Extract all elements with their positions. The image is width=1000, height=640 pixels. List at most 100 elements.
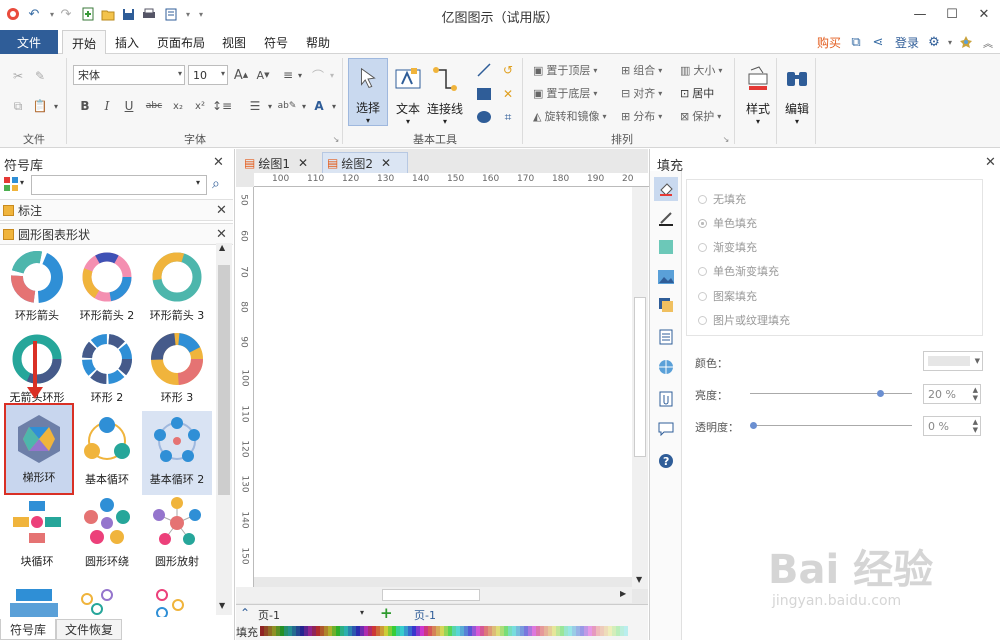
category-circular-chart-shapes[interactable]: 圆形图表形状 ✕ <box>0 223 233 245</box>
fill-option-single-gradient[interactable]: 单色渐变填充 <box>698 263 779 279</box>
doc-tab-drawing2[interactable]: ▤ 绘图2 ✕ <box>322 152 408 174</box>
add-page-icon[interactable]: + <box>380 604 393 622</box>
document-properties-icon[interactable] <box>656 327 676 347</box>
library-search-input[interactable] <box>31 175 207 195</box>
collapse-page-bar-icon[interactable]: ⌃ <box>240 606 250 620</box>
grow-font-icon[interactable]: A ▲ <box>233 67 249 83</box>
shape-basic-cycle[interactable]: 基本循环 <box>72 413 142 495</box>
color-picker[interactable]: ▼ <box>923 351 983 371</box>
bold-button[interactable]: B <box>77 98 93 114</box>
settings-gear-icon[interactable]: ⚙ <box>926 34 942 50</box>
tab-insert[interactable]: 插入 <box>108 30 146 54</box>
shape-circular-arrow-2[interactable]: 环形箭头 2 <box>72 249 142 331</box>
theme-icon[interactable] <box>958 34 974 50</box>
library-grid-dropdown-icon[interactable]: ▾ <box>20 178 24 187</box>
scissors-tool-icon[interactable]: ✕ <box>500 86 516 102</box>
tab-help[interactable]: 帮助 <box>298 30 338 54</box>
tab-view[interactable]: 视图 <box>214 30 254 54</box>
fill-option-none[interactable]: 无填充 <box>698 191 746 207</box>
edit-button[interactable]: 编辑 ▾ <box>777 58 817 126</box>
close-library-icon[interactable]: ✕ <box>213 155 224 170</box>
shape-block-cycle[interactable]: 块循环 <box>2 495 72 577</box>
shape-trapezoid-ring[interactable]: 梯形环 <box>4 403 74 495</box>
rectangle-tool-icon[interactable] <box>476 86 492 102</box>
bring-to-front-button[interactable]: ▣ 置于顶层 ▾ <box>533 62 597 78</box>
help-icon[interactable]: ? <box>656 451 676 471</box>
library-scrollbar[interactable]: ▲ ▼ <box>216 243 232 615</box>
minimize-button[interactable]: — <box>906 3 934 25</box>
text-align-dropdown-icon[interactable]: ▾ <box>292 67 308 83</box>
rotate-mirror-button[interactable]: ◭ 旋转和镜像 ▾ <box>533 108 606 124</box>
canvas-vscroll-thumb[interactable] <box>634 297 646 457</box>
style-button[interactable]: 样式 ▾ <box>738 58 778 126</box>
shape-circular-arrow[interactable]: 环形箭头 <box>2 249 72 331</box>
superscript-button[interactable]: x² <box>192 98 208 114</box>
canvas-horizontal-scrollbar[interactable]: ▶ <box>236 587 632 603</box>
distribute-button[interactable]: ⊞ 分布 ▾ <box>621 108 662 124</box>
line-style-icon[interactable] <box>656 209 676 229</box>
center-button[interactable]: ⊡ 居中 <box>680 85 714 101</box>
shape-ring-2[interactable]: 环形 2 <box>72 331 142 413</box>
shape-basic-cycle-2[interactable]: 基本循环 2 <box>142 411 212 495</box>
brightness-spinbox[interactable]: 20 % ▲ ▼ <box>923 384 981 404</box>
tab-home[interactable]: 开始 <box>62 30 106 55</box>
bullet-list-dropdown-icon[interactable]: ▾ <box>262 98 278 114</box>
select-tool-button[interactable]: 选择 ▾ <box>348 58 388 126</box>
bullet-list-icon[interactable]: ☰ <box>247 98 263 114</box>
settings-dropdown-icon[interactable]: ▾ <box>942 34 958 50</box>
scroll-right-arrow[interactable]: ▶ <box>620 589 626 598</box>
tab-symbol-library[interactable]: 符号库 <box>0 619 56 640</box>
page-tab-1[interactable]: 页-1 <box>414 607 436 623</box>
scroll-thumb[interactable] <box>218 265 230 495</box>
copy-icon[interactable]: ⧉ <box>10 98 26 114</box>
share-window-icon[interactable]: ⧉ <box>848 34 864 50</box>
cut-icon[interactable]: ✂ <box>10 68 26 84</box>
brightness-slider-thumb[interactable] <box>876 390 884 397</box>
hyperlink-globe-icon[interactable] <box>656 357 676 377</box>
menu-file[interactable]: 文件 <box>0 30 58 54</box>
close-category-icon[interactable]: ✕ <box>216 203 227 218</box>
scroll-down-arrow[interactable]: ▼ <box>219 601 225 610</box>
text-highlight-icon[interactable]: ab✎ <box>278 98 297 114</box>
font-size-select[interactable]: 10 ▾ <box>188 65 228 85</box>
scroll-up-arrow[interactable]: ▲ <box>219 243 225 252</box>
transparency-slider-thumb[interactable] <box>750 422 757 429</box>
shape-circular-arrow-3[interactable]: 环形箭头 3 <box>142 249 212 331</box>
transparency-spinbox[interactable]: 0 % ▲ ▼ <box>923 416 981 436</box>
share-icon[interactable]: ⋖ <box>870 34 886 50</box>
canvas-vertical-scrollbar[interactable]: ▼ <box>632 187 648 589</box>
tab-file-recovery[interactable]: 文件恢复 <box>56 619 122 640</box>
font-family-select[interactable]: 宋体 ▾ <box>73 65 185 85</box>
doc-tab-drawing1[interactable]: ▤ 绘图1 ✕ <box>240 152 318 174</box>
arrange-dialog-launcher-icon[interactable]: ↘ <box>718 131 734 147</box>
maximize-button[interactable]: ☐ <box>938 3 966 25</box>
brightness-slider[interactable] <box>750 393 912 394</box>
text-tool-button[interactable]: 文本 ▾ <box>388 58 428 126</box>
strikethrough-button[interactable]: abc <box>144 98 164 114</box>
align-button[interactable]: ⊟ 对齐 ▾ <box>621 85 662 101</box>
text-highlight-dropdown-icon[interactable]: ▾ <box>296 98 312 114</box>
shape-circular-surround[interactable]: 圆形环绕 <box>72 495 142 577</box>
format-painter-icon[interactable]: ✎ <box>32 68 48 84</box>
canvas-hscroll-thumb[interactable] <box>382 589 480 601</box>
protect-button[interactable]: ⊠ 保护 ▾ <box>680 108 721 124</box>
category-callouts[interactable]: 标注 ✕ <box>0 199 233 221</box>
close-category-icon[interactable]: ✕ <box>216 227 227 242</box>
crop-tool-icon[interactable]: ⌗ <box>500 109 516 125</box>
page-select-dropdown-icon[interactable]: ▾ <box>360 608 364 617</box>
library-search-dropdown-icon[interactable]: ▾ <box>196 178 200 187</box>
search-icon[interactable]: ⌕ <box>212 176 220 192</box>
subscript-button[interactable]: x₂ <box>170 98 186 114</box>
buy-link[interactable]: 购买 <box>814 30 844 54</box>
fill-option-picture-texture[interactable]: 图片或纹理填充 <box>698 312 790 328</box>
drawing-canvas[interactable] <box>254 187 632 577</box>
comment-icon[interactable] <box>656 419 676 439</box>
color-palette[interactable] <box>260 626 628 636</box>
arc-tool-icon[interactable]: ↺ <box>500 62 516 78</box>
tab-page-layout[interactable]: 页面布局 <box>150 30 212 54</box>
italic-button[interactable]: I <box>99 98 115 114</box>
fill-option-gradient[interactable]: 渐变填充 <box>698 239 757 255</box>
close-tab-icon[interactable]: ✕ <box>298 156 308 170</box>
shrink-font-icon[interactable]: A ▼ <box>255 67 271 83</box>
shape-ring-3[interactable]: 环形 3 <box>142 331 212 413</box>
